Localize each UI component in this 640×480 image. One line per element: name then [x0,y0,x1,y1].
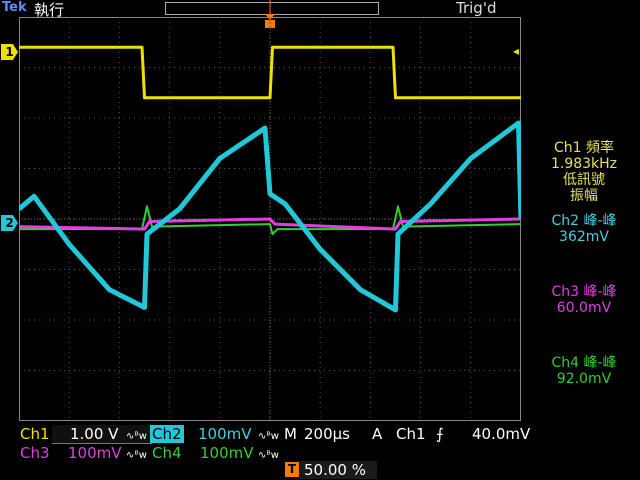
trigger-status: Trig'd [456,0,497,17]
ch4-label[interactable]: Ch4 [152,444,182,462]
acquisition-mode: A [372,425,383,443]
meas-line: 振幅 [570,188,598,204]
trigger-level-value[interactable]: 40.0mV [472,425,530,443]
bandwidth-limit-icon: ∿ᴮw [258,450,279,461]
brand-logo: Tek [2,0,27,15]
meas-line: Ch4 峰-峰 [551,355,617,371]
top-status-bar: Tek 執行 Trig'd [0,0,640,28]
trigger-position-icon: T [285,462,299,477]
meas-line: 低訊號 [563,172,605,188]
ch2-ground-marker[interactable]: 2 [1,215,18,231]
meas-line: Ch2 峰-峰 [551,213,617,229]
meas-line: Ch1 頻率 [553,140,614,156]
measurement-ch1: Ch1 頻率 1.983kHz 低訊號 振幅 [528,140,640,204]
ch3-label[interactable]: Ch3 [20,444,50,462]
meas-line: 362mV [559,229,609,245]
measurement-ch2: Ch2 峰-峰 362mV [528,213,640,245]
meas-line: 1.983kHz [550,156,618,172]
ch2-scale[interactable]: 100mV [198,425,252,443]
ch1-label[interactable]: Ch1 [20,425,50,443]
bandwidth-limit-icon: ∿ᴮw [258,431,279,442]
trigger-source[interactable]: Ch1 [396,425,426,443]
ch1-ground-marker[interactable]: 1 [1,44,18,60]
meas-line: Ch3 峰-峰 [551,284,617,300]
trigger-level-arrow-icon[interactable]: ◂ [513,44,519,58]
waveform-traces [19,45,521,313]
ch4-scale[interactable]: 100mV [200,444,254,462]
trace-ch1 [19,45,521,100]
measurement-ch4: Ch4 峰-峰 92.0mV [528,355,640,387]
timebase-value[interactable]: 200μs [304,425,350,443]
measurement-ch3: Ch3 峰-峰 60.0mV [528,284,640,316]
trigger-position-value[interactable]: 50.00 % [304,461,366,479]
waveform-display[interactable] [19,17,521,421]
rising-edge-icon: ⨍ [436,425,444,443]
bandwidth-limit-icon: ∿ᴮw [126,431,147,442]
meas-line: 92.0mV [556,371,612,387]
meas-line: 60.0mV [556,300,612,316]
ch2-label[interactable]: Ch2 [150,425,184,443]
ch1-scale[interactable]: 1.00 V [70,425,118,443]
ch3-scale[interactable]: 100mV [68,444,122,462]
bandwidth-limit-icon: ∿ᴮw [126,450,147,461]
timebase-label: M [284,425,297,443]
